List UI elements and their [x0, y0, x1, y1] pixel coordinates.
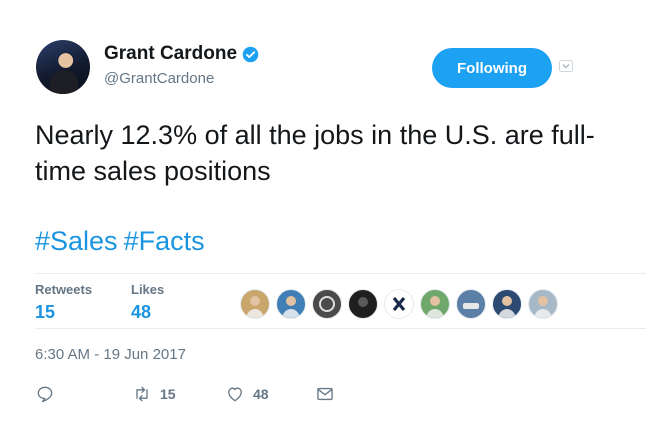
divider [35, 328, 646, 329]
like-count: 48 [253, 386, 269, 402]
author-avatar[interactable] [36, 40, 90, 94]
spiral-logo-avatar-icon[interactable] [312, 289, 342, 319]
author-name[interactable]: Grant Cardone [104, 43, 237, 65]
person-avatar-icon[interactable] [420, 289, 450, 319]
hashtag-link[interactable]: #Facts [124, 226, 205, 256]
tweet-text: Nearly 12.3% of all the jobs in the U.S.… [35, 120, 595, 186]
retweet-count: 15 [160, 386, 176, 402]
likes-label: Likes [131, 282, 165, 297]
retweet-icon [136, 386, 148, 402]
person-avatar-icon[interactable] [528, 289, 558, 319]
more-options-icon[interactable] [559, 60, 573, 72]
x-logo-avatar-icon[interactable] [384, 289, 414, 319]
person-avatar-icon[interactable] [492, 289, 522, 319]
reply-icon [37, 386, 53, 403]
person-avatar-icon[interactable] [276, 289, 306, 319]
direct-message-button[interactable] [315, 384, 335, 404]
car-avatar-icon[interactable] [456, 289, 486, 319]
hashtag-link[interactable]: #Sales [35, 226, 118, 256]
retweets-stat[interactable]: Retweets 15 [35, 282, 92, 323]
retweets-count: 15 [35, 302, 56, 322]
likes-count: 48 [131, 302, 152, 322]
retweets-label: Retweets [35, 282, 93, 297]
liker-avatars [240, 289, 558, 319]
divider [35, 273, 646, 274]
envelope-icon [317, 387, 333, 401]
reply-button[interactable] [35, 384, 55, 404]
dark-avatar-icon[interactable] [348, 289, 378, 319]
like-button[interactable]: 48 [225, 384, 269, 404]
person-avatar-icon[interactable] [240, 289, 270, 319]
verified-badge-icon [242, 46, 259, 62]
heart-icon [228, 387, 242, 402]
author-name-row: Grant Cardone [104, 43, 259, 65]
hashtags: #Sales #Facts [35, 226, 211, 257]
tweet-timestamp[interactable]: 6:30 AM - 19 Jun 2017 [35, 346, 186, 363]
following-button[interactable]: Following [432, 48, 552, 88]
likes-stat[interactable]: Likes 48 [131, 282, 164, 323]
retweet-button[interactable]: 15 [132, 384, 176, 404]
author-handle[interactable]: @GrantCardone [104, 70, 214, 87]
